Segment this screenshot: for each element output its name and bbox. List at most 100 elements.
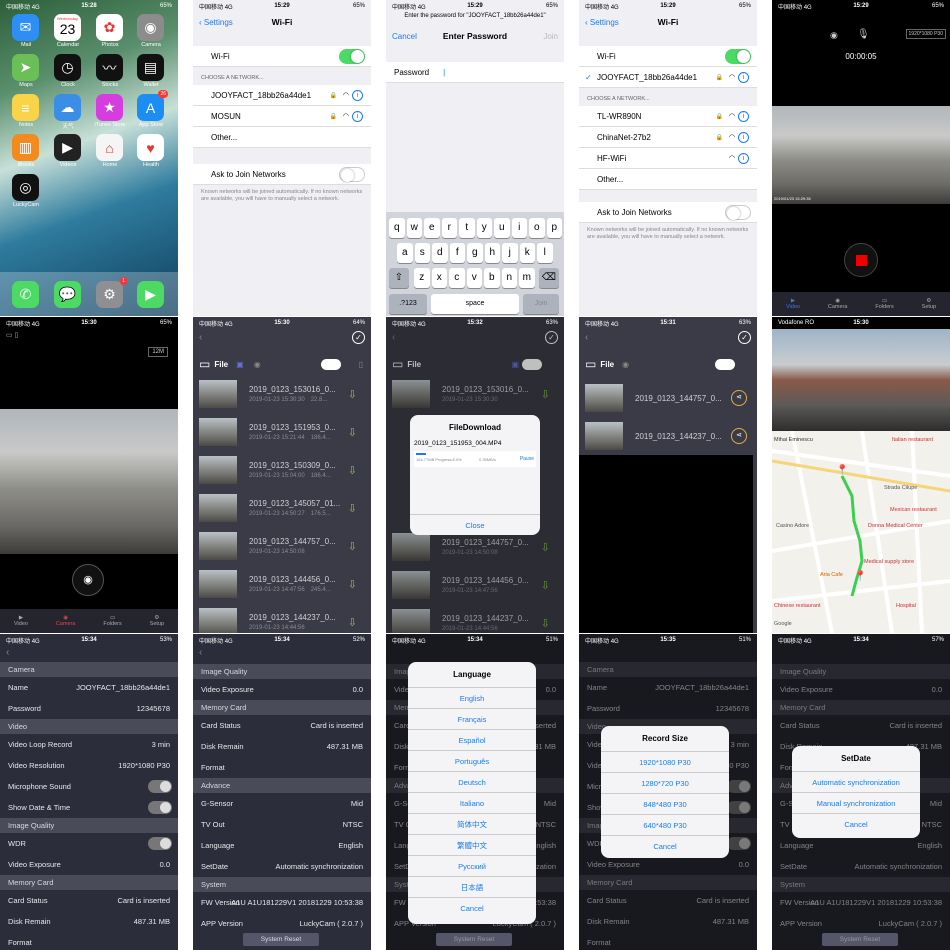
settings-row[interactable]: Disk Remain 487.31 MB [0,911,178,932]
shift-key[interactable]: ⇧ [389,268,409,288]
download-icon[interactable]: ⇩ [348,502,357,515]
option-item[interactable]: Русский [408,855,536,876]
option-item[interactable]: 640*480 P30 [601,814,729,835]
key-l[interactable]: l [537,243,553,263]
tab-folders[interactable]: ▭ Folders [103,615,121,627]
back-icon[interactable]: ‹ [585,332,588,343]
settings-row[interactable]: G-Sensor Mid [193,793,371,814]
ibooks-icon[interactable]: ▥ [12,134,39,161]
settings-row[interactable]: Card Status Card is inserted [193,715,371,736]
luckycam-icon[interactable]: ◎ [12,174,39,201]
download-icon[interactable]: ⇩ [348,464,357,477]
key-z[interactable]: z [414,268,430,288]
settings-row[interactable]: Video Resolution 1920*1080 P30 [0,755,178,776]
photo-filter-icon[interactable]: ◉ [254,360,261,369]
pause-button[interactable]: Pause [520,456,534,462]
download-icon[interactable]: ⇩ [348,388,357,401]
key-f[interactable]: f [449,243,465,263]
clock-icon[interactable]: ◷ [54,54,81,81]
record-button[interactable] [844,243,878,277]
key-k[interactable]: k [519,243,535,263]
key-o[interactable]: o [529,218,545,238]
ask-join-toggle[interactable] [725,205,751,220]
network-row[interactable]: MOSUN 🔒 ◠ i [193,106,371,127]
back-icon[interactable]: ‹ [199,647,202,658]
key-r[interactable]: r [441,218,457,238]
settings-icon[interactable]: ⚙ 1 [96,277,127,308]
join-key[interactable]: Join [523,294,559,314]
key-q[interactable]: q [389,218,405,238]
photos-icon[interactable]: ✿ [96,14,123,41]
messages-icon[interactable]: 💬 [54,281,81,308]
file-row[interactable]: 2019_0123_145057_01... 2019-01-23 14:50:2… [193,489,371,527]
tab-camera[interactable]: ◉ Camera [56,615,76,627]
phone-icon[interactable]: ✆ [12,281,39,308]
info-icon[interactable]: i [352,110,363,122]
option-item[interactable]: 简体中文 [408,813,536,834]
calendar-icon[interactable]: Wednesday 23 [54,14,81,41]
other-network-row[interactable]: Other... [579,169,757,190]
option-item[interactable]: Automatic synchronization [792,771,920,792]
settings-row[interactable]: APP Version LuckyCam ( 2.0.7 ) [193,913,371,934]
wifi-toggle[interactable] [725,49,751,64]
wifi-toggle[interactable] [339,49,365,64]
stocks-icon[interactable]: 〰 [96,54,123,81]
settings-toggle[interactable] [148,837,172,850]
option-item[interactable]: Español [408,729,536,750]
info-icon[interactable]: i [738,71,749,83]
info-icon[interactable]: i [738,152,749,164]
key-c[interactable]: c [449,268,465,288]
wallet-icon[interactable]: ▤ [137,54,164,81]
select-icon[interactable]: ✓ [738,331,751,344]
cancel-button[interactable]: Cancel [408,897,536,918]
option-item[interactable]: 1920*1080 P30 [601,751,729,772]
settings-row[interactable]: Microphone Sound [0,776,178,797]
key-s[interactable]: s [414,243,430,263]
itunes-icon[interactable]: ★ [96,94,123,121]
microphone-icon[interactable]: 🎙 [857,29,870,40]
network-row[interactable]: ChinaNet-27b2 🔒 ◠ i [579,127,757,148]
back-icon[interactable]: ‹ [199,332,202,343]
option-item[interactable]: Italiano [408,792,536,813]
tab-video[interactable]: ▶ Video [786,298,800,310]
file-row[interactable]: 2019_0123_144757_0... ⋖ [579,379,757,417]
key-y[interactable]: y [476,218,492,238]
settings-row[interactable]: TV Out NTSC [193,814,371,835]
system-reset-button[interactable]: System Reset [436,933,512,946]
health-icon[interactable]: ♥ [137,134,164,161]
option-item[interactable]: Manual synchronization [792,792,920,813]
file-row[interactable]: 2019_0123_153016_0... 2019-01-23 15:30:30… [193,375,371,413]
key-t[interactable]: t [459,218,475,238]
settings-row[interactable]: Language English [193,835,371,856]
file-row[interactable]: 2019_0123_144237_0... 2019-01-23 14:44:56… [193,603,371,633]
file-row[interactable]: 2019_0123_144757_0... 2019-01-23 14:50:08… [193,527,371,565]
password-field[interactable]: Password | [386,62,564,83]
option-item[interactable]: 日本語 [408,876,536,897]
tab-camera[interactable]: ◉ Camera [828,298,848,310]
settings-row[interactable]: FW VersionA1U A1U181229V1 20181229 10:53… [193,892,371,913]
tab-setup[interactable]: ⚙ Setup [922,298,936,310]
settings-row[interactable]: WDR [0,833,178,854]
network-row[interactable]: TL-WR890N 🔒 ◠ i [579,106,757,127]
option-item[interactable]: English [408,687,536,708]
key-g[interactable]: g [467,243,483,263]
file-row[interactable]: 2019_0123_144456_0... 2019-01-23 14:47:56… [193,565,371,603]
key-j[interactable]: j [502,243,518,263]
option-item[interactable]: 848*480 P30 [601,793,729,814]
settings-row[interactable]: Name JOOYFACT_18bb26a44de1 [0,677,178,698]
system-reset-button[interactable]: System Reset [822,933,898,946]
key-u[interactable]: u [494,218,510,238]
key-n[interactable]: n [501,268,517,288]
key-d[interactable]: d [432,243,448,263]
settings-row[interactable]: Disk Remain 487.31 MB [193,736,371,757]
settings-row[interactable]: SetDate Automatic synchronization [193,856,371,877]
back-icon[interactable]: ‹ [6,647,9,658]
close-button[interactable]: Close [410,514,540,535]
key-v[interactable]: v [466,268,482,288]
settings-row[interactable]: Card Status Card is inserted [0,890,178,911]
settings-row[interactable]: Video Loop Record 3 min [0,734,178,755]
other-network-row[interactable]: Other... [193,127,371,148]
network-row[interactable]: JOOYFACT_18bb26a44de1 🔒 ◠ i [193,85,371,106]
video-filter-icon[interactable]: ▣ [236,360,244,369]
mode-toggle[interactable] [715,358,735,370]
